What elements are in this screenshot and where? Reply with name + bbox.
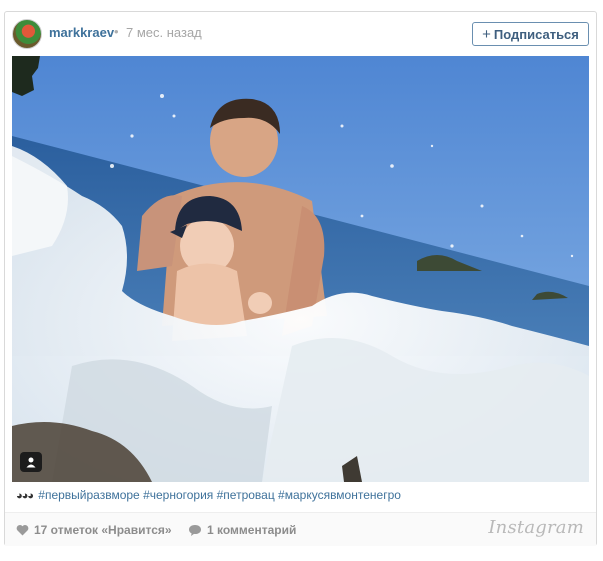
likes-count[interactable]: 17 отметок «Нравится»: [16, 523, 172, 537]
instagram-logo[interactable]: Instagram: [488, 517, 584, 538]
caption-emoji: ◕◕◕: [16, 490, 34, 502]
instagram-embed-card: markkraev • 7 мес. назад + Подписаться ◕…: [4, 11, 597, 546]
user-tag-icon[interactable]: [20, 452, 42, 472]
follow-label: Подписаться: [493, 26, 579, 42]
post-photo[interactable]: [12, 56, 589, 482]
heart-icon: [16, 524, 29, 536]
username-link[interactable]: markkraev: [49, 25, 114, 40]
user-avatar[interactable]: [12, 19, 42, 49]
follow-button[interactable]: + Подписаться: [472, 22, 589, 46]
likes-text: 17 отметок «Нравится»: [34, 523, 172, 537]
post-header: markkraev • 7 мес. назад + Подписаться: [5, 12, 596, 56]
post-time[interactable]: 7 мес. назад: [126, 25, 202, 40]
caption-hashtags[interactable]: #первыйразвморе #черногория #петровац #м…: [38, 488, 401, 502]
plus-icon: +: [482, 25, 491, 43]
beach-photo-illustration: [12, 56, 589, 482]
post-footer: 17 отметок «Нравится» 1 комментарий Inst…: [5, 512, 596, 546]
separator-dot: •: [114, 24, 119, 39]
comments-count[interactable]: 1 комментарий: [188, 523, 296, 537]
post-caption: ◕◕◕ #первыйразвморе #черногория #петрова…: [16, 488, 401, 502]
comments-text: 1 комментарий: [207, 523, 297, 537]
comment-bubble-icon: [189, 524, 201, 536]
